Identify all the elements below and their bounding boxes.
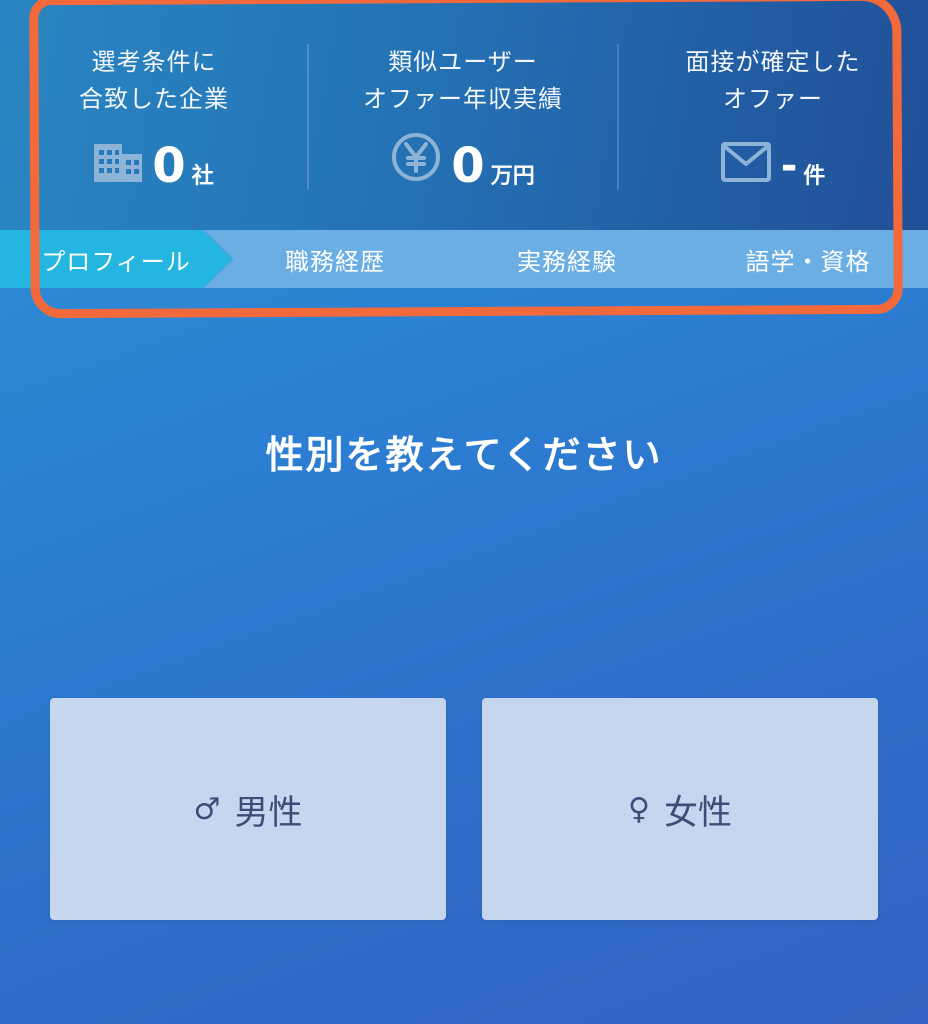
stat-value-row: - 件 <box>618 132 928 192</box>
stat-confirmed-interviews: 面接が確定した オファー - 件 <box>618 0 928 230</box>
stat-label: 類似ユーザー オファー年収実績 <box>308 44 618 118</box>
building-icon <box>94 140 143 186</box>
question-title: 性別を教えてください <box>265 433 663 477</box>
stat-matching-companies: 選考条件に 合致した企業 0 社 <box>0 0 308 230</box>
stat-label: 選考条件に 合致した企業 <box>0 44 308 118</box>
stat-value-row: 0 万円 <box>308 132 618 192</box>
stat-unit: 件 <box>803 164 826 189</box>
stat-label-line1: 選考条件に <box>91 48 217 76</box>
step-label: 語学・資格 <box>745 247 871 276</box>
female-icon: ♀ <box>628 791 650 827</box>
stat-value: - <box>780 143 798 189</box>
stats-header: 選考条件に 合致した企業 0 社 類似ユーザー オファー年収実績 0 万円 面接… <box>0 0 928 230</box>
stat-label-line2: 合致した企業 <box>79 85 229 113</box>
step-label: 職務経歴 <box>285 247 385 276</box>
step-work-experience[interactable]: 実務経験 <box>436 230 698 288</box>
stat-label: 面接が確定した オファー <box>618 44 928 118</box>
step-language-qualifications[interactable]: 語学・資格 <box>668 230 928 288</box>
step-label: 実務経験 <box>517 247 617 276</box>
stat-label-line1: 類似ユーザー <box>388 48 538 76</box>
step-profile[interactable]: プロフィール <box>0 230 232 288</box>
stat-offer-income: 類似ユーザー オファー年収実績 0 万円 <box>308 0 618 230</box>
stat-value: 0 <box>451 138 485 194</box>
mail-icon <box>720 142 771 186</box>
step-work-history[interactable]: 職務経歴 <box>204 230 466 288</box>
stat-label-line2: オファー <box>723 85 823 113</box>
stat-label-line2: オファー年収実績 <box>363 85 563 113</box>
yen-icon <box>391 132 441 186</box>
progress-steps: プロフィール 職務経歴 実務経験 語学・資格 <box>0 230 928 288</box>
male-label: 男性 <box>234 792 303 833</box>
female-label: 女性 <box>663 792 732 833</box>
stat-unit: 社 <box>191 164 214 189</box>
male-button[interactable]: ♂ 男性 <box>50 698 446 920</box>
stat-value-row: 0 社 <box>0 132 308 192</box>
stat-unit: 万円 <box>490 164 535 189</box>
stat-value: 0 <box>152 138 186 194</box>
step-label: プロフィール <box>41 247 191 276</box>
male-icon: ♂ <box>193 791 221 827</box>
stat-label-line1: 面接が確定した <box>685 48 861 76</box>
female-button[interactable]: ♀ 女性 <box>482 698 878 920</box>
